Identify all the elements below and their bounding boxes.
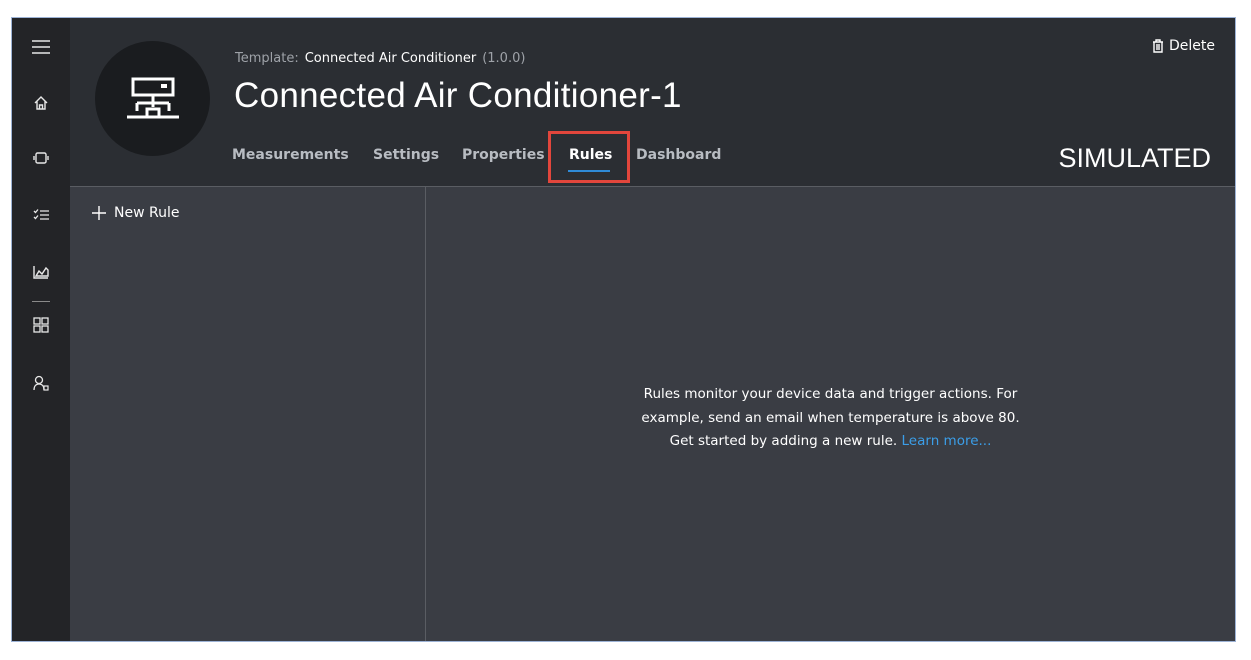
- left-nav: [12, 18, 70, 641]
- template-name[interactable]: Connected Air Conditioner: [305, 51, 477, 66]
- device-header: Template: Connected Air Conditioner (1.0.0…: [70, 18, 1235, 187]
- new-rule-button[interactable]: New Rule: [92, 205, 179, 221]
- menu-icon[interactable]: [30, 36, 52, 58]
- home-icon[interactable]: [30, 92, 52, 114]
- rule-detail-panel: Rules monitor your device data and trigg…: [426, 187, 1235, 641]
- tab-properties[interactable]: Properties: [462, 147, 545, 163]
- empty-state-line-3: Get started by adding a new rule. Learn …: [426, 430, 1235, 454]
- empty-state-line-2: example, send an email when temperature …: [641, 409, 1020, 426]
- new-rule-label: New Rule: [114, 205, 180, 221]
- device-icon[interactable]: [30, 147, 52, 169]
- delete-button[interactable]: Delete: [1152, 38, 1215, 54]
- learn-more-link[interactable]: Learn more...: [902, 433, 992, 449]
- plus-icon: [92, 206, 106, 220]
- nav-divider: [32, 301, 50, 302]
- users-icon[interactable]: [30, 372, 52, 394]
- tab-settings[interactable]: Settings: [373, 147, 439, 163]
- device-title: Connected Air Conditioner-1: [234, 76, 682, 115]
- analytics-icon[interactable]: [30, 261, 52, 283]
- template-line: Template: Connected Air Conditioner (1.0.0…: [235, 51, 525, 66]
- delete-label: Delete: [1169, 38, 1215, 54]
- template-prefix: Template:: [235, 51, 299, 66]
- simulated-status: SIMULATED: [1058, 143, 1211, 173]
- empty-state-line-3-text: Get started by adding a new rule.: [669, 433, 898, 449]
- network-device-icon: [126, 77, 179, 118]
- trash-icon: [1153, 39, 1163, 53]
- empty-state-line-1: Rules monitor your device data and trigg…: [643, 386, 1018, 402]
- rules-tab-highlight-box: [548, 131, 630, 183]
- tasks-icon[interactable]: [30, 204, 52, 226]
- tab-dashboard[interactable]: Dashboard: [636, 147, 721, 163]
- template-version: (1.0.0): [482, 51, 526, 66]
- device-avatar: [95, 41, 210, 156]
- rules-list-panel: New Rule: [70, 187, 426, 641]
- empty-state-message: Rules monitor your device data and trigg…: [426, 383, 1235, 454]
- dashboard-icon[interactable]: [30, 314, 52, 336]
- tab-measurements[interactable]: Measurements: [232, 147, 349, 163]
- app-window: Template: Connected Air Conditioner (1.0.0…: [11, 17, 1236, 642]
